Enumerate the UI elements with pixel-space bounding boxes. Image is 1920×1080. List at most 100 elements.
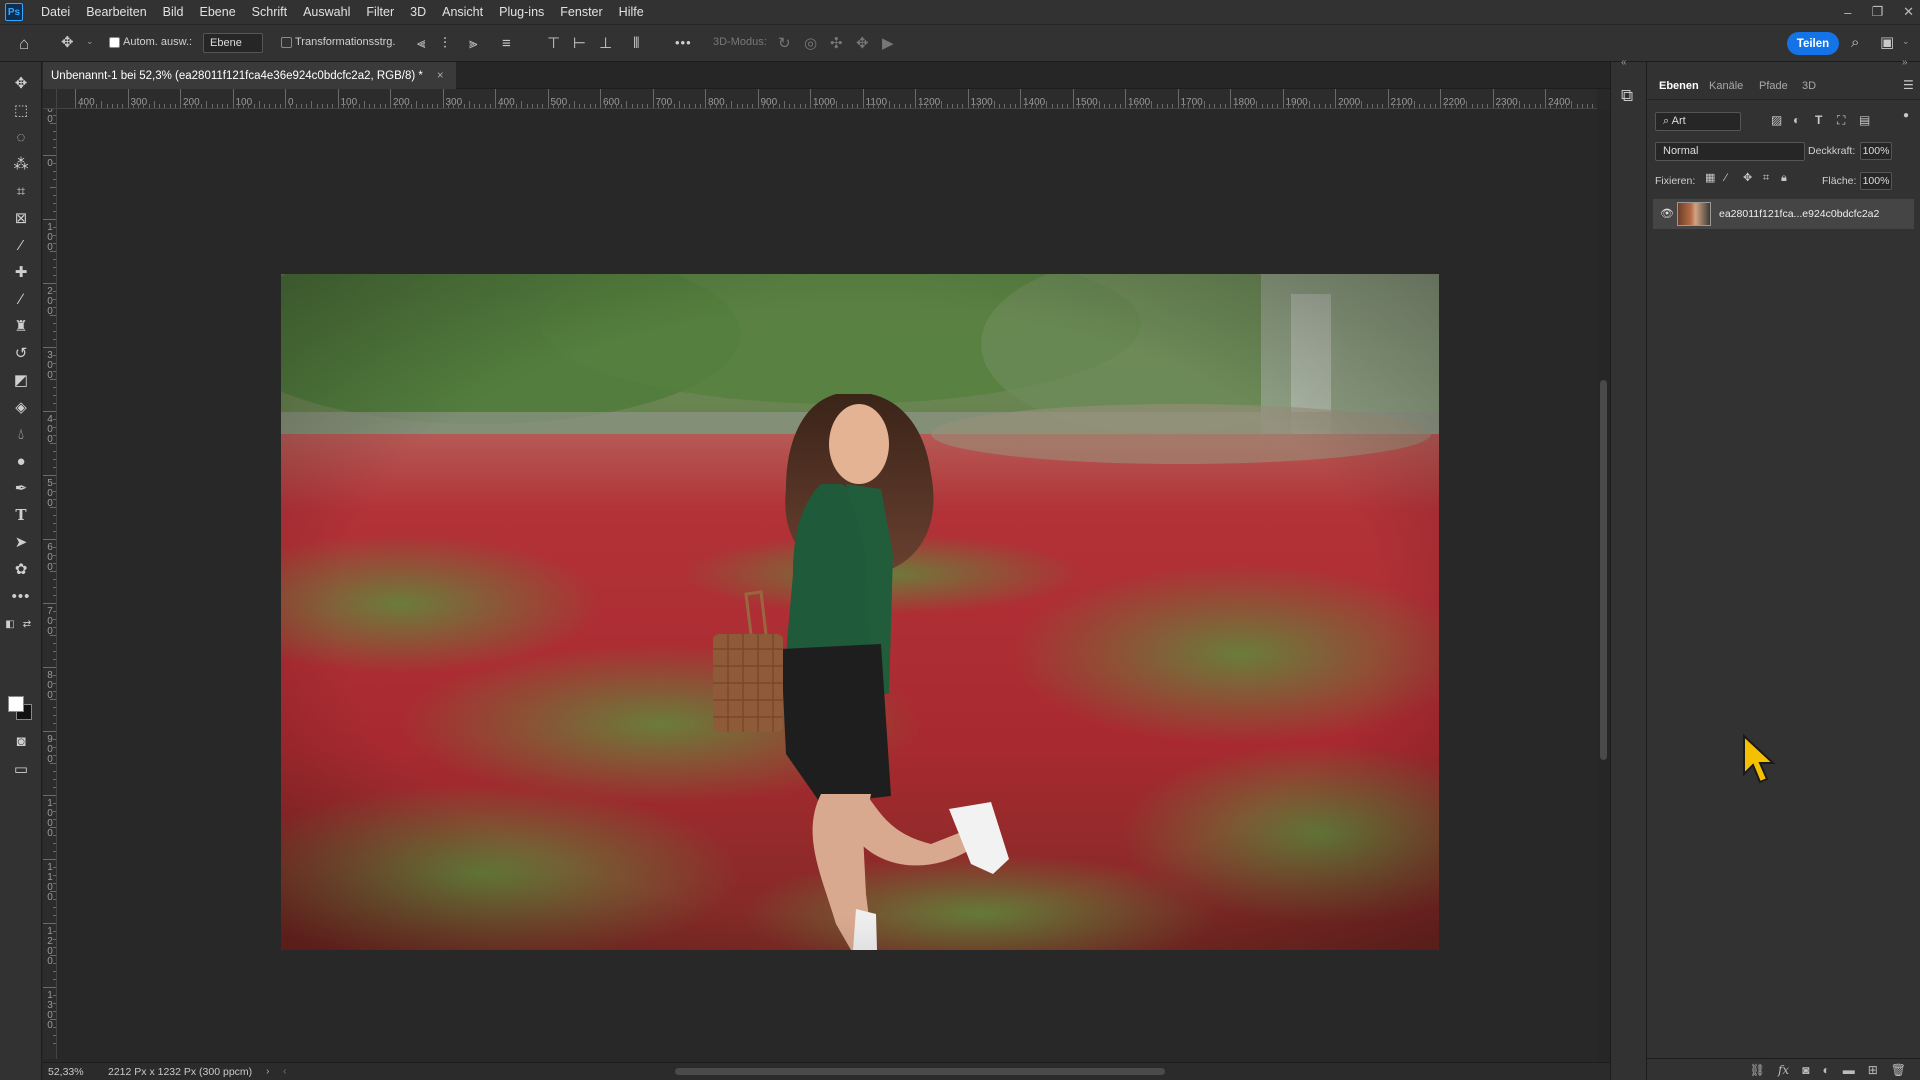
filter-smartobject-icon[interactable]: ▤ <box>1859 114 1870 126</box>
eyedropper-tool-icon[interactable]: ⁄ <box>8 234 34 256</box>
distribute-icon[interactable]: ≡ <box>502 36 511 51</box>
swap-colors-icon[interactable]: ⇄ <box>20 617 34 631</box>
dodge-tool-icon[interactable]: ● <box>8 450 34 472</box>
link-layers-icon[interactable]: ⛓ <box>1750 1063 1765 1077</box>
marquee-tool-icon[interactable]: ⬚ <box>8 99 34 121</box>
vertical-scroll-thumb[interactable] <box>1600 380 1607 760</box>
align-center-icon[interactable]: ⫶ <box>443 36 447 51</box>
adjustments-panel-icon[interactable]: ⧉ <box>1621 87 1633 104</box>
scroll-left-icon[interactable]: ‹ <box>283 1065 287 1077</box>
move-tool-icon[interactable]: ✥ <box>8 72 34 94</box>
menu-bearbeiten[interactable]: Bearbeiten <box>78 0 154 24</box>
filter-adjustment-icon[interactable]: ◐ <box>1793 114 1800 126</box>
more-tools-icon[interactable]: ••• <box>8 585 34 607</box>
paint-bucket-tool-icon[interactable]: ◈ <box>8 396 34 418</box>
history-brush-tool-icon[interactable]: ↺ <box>8 342 34 364</box>
quick-mask-icon[interactable]: ◙ <box>8 730 34 752</box>
auto-select-checkbox[interactable] <box>109 37 120 48</box>
tab-3d[interactable]: 3D <box>1802 80 1816 92</box>
layer-filter-dropdown[interactable]: ⌕ Art <box>1655 112 1741 131</box>
minimize-button[interactable]: – <box>1844 5 1851 20</box>
panel-menu-icon[interactable]: ☰ <box>1903 79 1914 91</box>
filter-toggle-icon[interactable]: ● <box>1903 111 1909 121</box>
eye-visibility-icon[interactable]: 👁︎ <box>1660 207 1674 220</box>
menu-3d[interactable]: 3D <box>402 0 434 24</box>
lock-artboard-icon[interactable]: ⌗ <box>1763 173 1769 184</box>
menu-schrift[interactable]: Schrift <box>244 0 295 24</box>
default-colors-icon[interactable]: ◧ <box>3 617 17 631</box>
menu-ebene[interactable]: Ebene <box>192 0 244 24</box>
delete-layer-icon[interactable]: 🗑︎ <box>1891 1063 1906 1077</box>
menu-filter[interactable]: Filter <box>358 0 402 24</box>
lock-all-icon[interactable]: 🔒︎ <box>1781 173 1787 184</box>
chevron-down-icon[interactable]: ⌄ <box>86 37 94 46</box>
menu-fenster[interactable]: Fenster <box>552 0 610 24</box>
brush-tool-icon[interactable]: ∕ <box>8 288 34 310</box>
3d-roll-icon[interactable]: ◎ <box>804 36 817 51</box>
new-group-icon[interactable]: ▬ <box>1843 1063 1855 1077</box>
blur-tool-icon[interactable]: 💧︎ <box>8 423 34 445</box>
restore-button[interactable]: ❐ <box>1871 4 1883 20</box>
tab-close-button[interactable]: × <box>437 70 444 82</box>
align-top-icon[interactable]: ⊤ <box>547 36 560 51</box>
opacity-input[interactable]: 100% <box>1860 142 1892 160</box>
lock-position-icon[interactable]: ✥ <box>1743 173 1752 184</box>
path-selection-tool-icon[interactable]: ➤ <box>8 531 34 553</box>
tab-kanaele[interactable]: Kanäle <box>1709 80 1743 92</box>
crop-tool-icon[interactable]: ⌗ <box>8 180 34 202</box>
document-size-info[interactable]: 2212 Px x 1232 Px (300 ppcm) <box>108 1066 252 1078</box>
auto-select-dropdown[interactable]: Ebene <box>203 33 263 53</box>
align-bottom-icon[interactable]: ⊥ <box>599 36 612 51</box>
shape-tool-icon[interactable]: ✿ <box>8 558 34 580</box>
horizontal-ruler[interactable]: 400 300 200 100 0 100 200 300 400 500 600 700 800 900… <box>57 89 1597 109</box>
distribute-vertical-icon[interactable]: ⦀ <box>633 36 640 51</box>
search-icon[interactable]: ⌕ <box>1851 35 1859 50</box>
document-tab[interactable]: Unbenannt-1 bei 52,3% (ea28011f121fca4e3… <box>43 62 456 89</box>
tab-pfade[interactable]: Pfade <box>1759 80 1788 92</box>
filter-pixel-icon[interactable]: ▨ <box>1771 114 1782 126</box>
vertical-scrollbar[interactable] <box>1597 110 1610 1062</box>
share-button[interactable]: Teilen <box>1787 32 1839 55</box>
move-tool-preset-icon[interactable]: ✥ <box>61 35 74 50</box>
type-tool-icon[interactable]: T <box>8 504 34 526</box>
transform-controls-checkbox[interactable] <box>281 37 292 48</box>
layer-row[interactable]: 👁︎ ea28011f121fca...e924c0bdcfc2a2 <box>1653 199 1914 229</box>
vertical-ruler[interactable]: 1000100200300400500600700800900100011001… <box>43 109 57 1059</box>
clone-stamp-tool-icon[interactable]: ♜ <box>8 315 34 337</box>
pen-tool-icon[interactable]: ✒ <box>8 477 34 499</box>
tab-ebenen[interactable]: Ebenen <box>1659 80 1699 92</box>
document-canvas-image[interactable] <box>281 274 1439 950</box>
zoom-level[interactable]: 52,33% <box>48 1066 84 1078</box>
menu-plugins[interactable]: Plug-ins <box>491 0 552 24</box>
blend-mode-dropdown[interactable]: Normal <box>1655 142 1805 161</box>
foreground-color-swatch[interactable] <box>8 696 24 712</box>
home-icon[interactable]: ⌂ <box>19 35 29 52</box>
menu-bild[interactable]: Bild <box>155 0 192 24</box>
3d-orbit-icon[interactable]: ↻ <box>778 36 791 51</box>
layer-style-icon[interactable]: fx <box>1778 1063 1789 1077</box>
align-right-icon[interactable]: ⫸ <box>469 36 477 51</box>
3d-pan-icon[interactable]: ✣ <box>830 36 843 51</box>
collapse-right-icon[interactable]: » <box>1902 58 1908 68</box>
align-left-icon[interactable]: ⫷ <box>417 36 425 51</box>
filter-shape-icon[interactable]: ⛶ <box>1837 114 1845 126</box>
lock-pixels-icon[interactable]: ∕ <box>1725 173 1727 184</box>
horizontal-scroll-thumb[interactable] <box>675 1068 1165 1075</box>
lasso-tool-icon[interactable]: ◌ <box>8 126 34 148</box>
ruler-origin[interactable] <box>43 89 57 109</box>
healing-brush-tool-icon[interactable]: ✚ <box>8 261 34 283</box>
3d-camera-icon[interactable]: ▶ <box>882 36 894 51</box>
menu-hilfe[interactable]: Hilfe <box>611 0 652 24</box>
workspace-icon[interactable]: ▣ <box>1880 35 1894 50</box>
new-adjustment-layer-icon[interactable]: ◐ <box>1822 1063 1829 1077</box>
lock-transparent-icon[interactable]: ▦ <box>1705 173 1715 184</box>
menu-ansicht[interactable]: Ansicht <box>434 0 491 24</box>
fill-input[interactable]: 100% <box>1860 172 1892 190</box>
more-options-button[interactable]: ••• <box>675 35 692 50</box>
close-button[interactable]: ✕ <box>1903 4 1914 20</box>
align-middle-icon[interactable]: ⊢ <box>573 36 586 51</box>
layer-name[interactable]: ea28011f121fca...e924c0bdcfc2a2 <box>1719 208 1879 220</box>
eraser-tool-icon[interactable]: ◩ <box>8 369 34 391</box>
menu-auswahl[interactable]: Auswahl <box>295 0 358 24</box>
filter-type-icon[interactable]: T <box>1815 114 1822 126</box>
